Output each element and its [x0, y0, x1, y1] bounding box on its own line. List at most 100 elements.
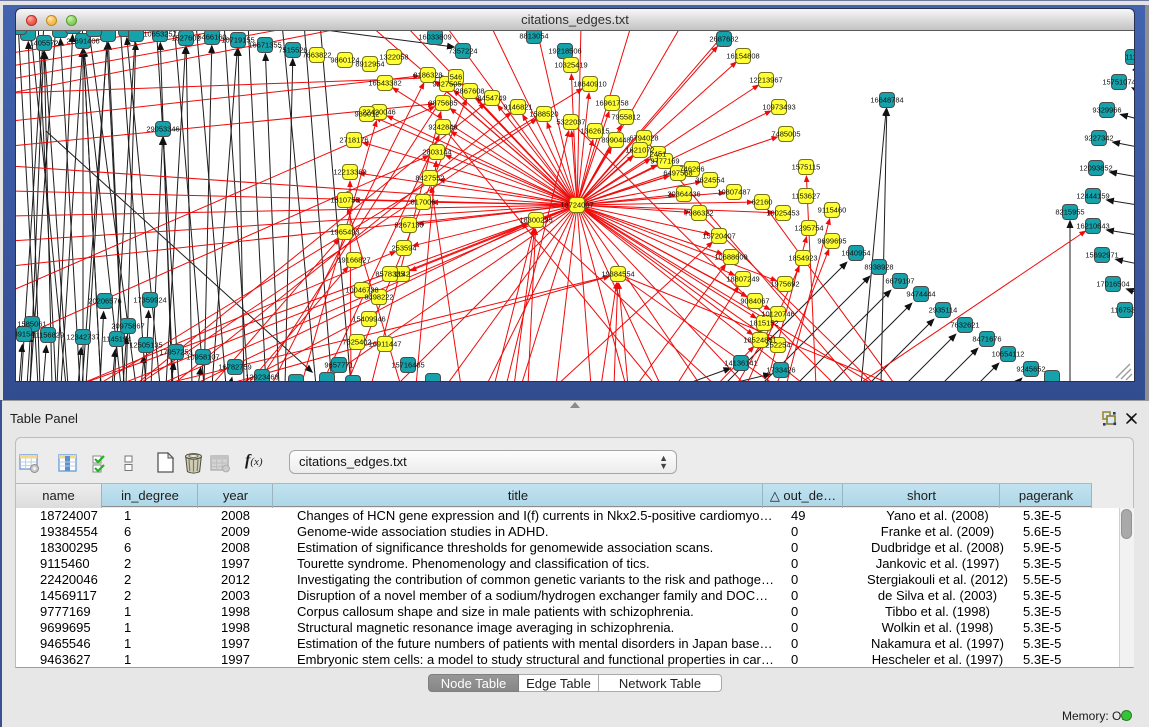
svg-text:1322058: 1322058: [379, 53, 408, 62]
svg-text:2718176: 2718176: [339, 136, 368, 145]
svg-text:8215955: 8215955: [1055, 208, 1084, 217]
svg-text:1153627: 1153627: [792, 192, 821, 201]
svg-text:1640954: 1640954: [841, 249, 870, 258]
svg-text:8427552: 8427552: [415, 174, 444, 183]
svg-text:10688609: 10688609: [714, 253, 747, 262]
svg-text:11156829: 11156829: [32, 331, 64, 340]
svg-text:19384554: 19384554: [601, 270, 634, 279]
svg-text:16782759: 16782759: [218, 363, 251, 372]
svg-text:29053346: 29053346: [146, 125, 179, 134]
svg-text:9329966: 9329966: [1092, 106, 1121, 115]
svg-text:15751074: 15751074: [1102, 78, 1134, 87]
svg-text:8498222: 8498222: [364, 293, 393, 302]
svg-text:7485005: 7485005: [771, 130, 800, 139]
svg-text:8186328: 8186328: [413, 71, 442, 80]
svg-text:1854923: 1854923: [788, 254, 817, 263]
svg-text:19218506: 19218506: [548, 47, 581, 56]
svg-text:253594: 253594: [391, 244, 416, 253]
svg-text:15409946: 15409946: [352, 315, 385, 324]
svg-text:12444159: 12444159: [1076, 192, 1109, 201]
svg-text:20364436: 20364436: [667, 190, 700, 199]
svg-text:1975692: 1975692: [770, 280, 799, 289]
svg-text:2687682: 2687682: [709, 35, 738, 44]
svg-text:1405572: 1405572: [29, 39, 58, 48]
svg-text:10958107: 10958107: [186, 353, 219, 362]
svg-text:12213369: 12213369: [333, 168, 366, 177]
svg-text:16543382: 16543382: [368, 79, 401, 88]
svg-text:5322037: 5322037: [556, 118, 585, 127]
svg-text:20975867: 20975867: [111, 322, 144, 331]
svg-text:1112: 1112: [1125, 53, 1134, 62]
svg-text:9657771: 9657771: [324, 361, 353, 370]
svg-text:18300295: 18300295: [519, 216, 552, 225]
svg-text:8813054: 8813054: [519, 32, 548, 41]
svg-text:10025453: 10025453: [766, 209, 799, 218]
svg-text:1733426: 1733426: [766, 366, 795, 375]
svg-text:1167533: 1167533: [1111, 306, 1134, 315]
svg-text:9227342: 9227342: [1084, 134, 1113, 143]
svg-text:7663822: 7663822: [302, 51, 331, 60]
svg-text:9474444: 9474444: [906, 290, 935, 299]
svg-text:16961758: 16961758: [595, 99, 628, 108]
svg-text:8990448: 8990448: [601, 136, 630, 145]
svg-text:2803144: 2803144: [422, 148, 451, 157]
svg-text:8454749: 8454749: [477, 94, 506, 103]
svg-text:7625402: 7625402: [342, 338, 371, 347]
svg-text:2935114: 2935114: [929, 306, 958, 315]
svg-text:9084067: 9084067: [740, 297, 769, 306]
svg-text:6679197: 6679197: [885, 277, 914, 286]
svg-text:14136141: 14136141: [724, 359, 757, 368]
svg-text:9115460: 9115460: [818, 206, 847, 215]
svg-text:12213967: 12213967: [749, 76, 782, 85]
svg-text:15716485: 15716485: [391, 361, 424, 370]
svg-text:9146821: 9146821: [503, 103, 532, 112]
svg-text:20206576: 20206576: [88, 297, 121, 306]
svg-text:8938928: 8938928: [864, 263, 893, 272]
svg-text:12093852: 12093852: [1079, 164, 1112, 173]
svg-text:16671355: 16671355: [248, 41, 281, 50]
svg-text:12505135: 12505135: [129, 341, 162, 350]
svg-text:10807487: 10807487: [717, 188, 750, 197]
svg-text:6794028: 6794028: [629, 134, 658, 143]
svg-text:9242848: 9242848: [428, 123, 457, 132]
svg-text:1527602: 1527602: [171, 34, 200, 43]
svg-text:16210643: 16210643: [1076, 222, 1109, 231]
svg-text:12923468: 12923468: [245, 373, 278, 382]
svg-text:1575115: 1575115: [792, 163, 821, 172]
svg-text:989012: 989012: [354, 110, 379, 119]
svg-text:1295754: 1295754: [794, 224, 823, 233]
svg-text:1585061: 1585061: [17, 320, 46, 329]
svg-text:10654112: 10654112: [992, 350, 1025, 359]
svg-text:8267130: 8267130: [394, 221, 423, 230]
svg-text:3875685: 3875685: [428, 99, 457, 108]
svg-text:16648784: 16648784: [870, 96, 903, 105]
svg-text:1815152: 1815152: [749, 319, 778, 328]
svg-text:7357224: 7357224: [448, 47, 477, 56]
svg-text:10120746: 10120746: [761, 310, 794, 319]
svg-text:16911447: 16911447: [369, 340, 402, 349]
svg-text:19166827: 19166827: [337, 256, 370, 265]
svg-text:18724007: 18724007: [560, 201, 593, 210]
svg-text:817006: 817006: [410, 198, 435, 207]
svg-text:1362615: 1362615: [580, 127, 609, 136]
svg-text:15692971: 15692971: [1085, 251, 1118, 260]
svg-text:1810755: 1810755: [330, 196, 359, 205]
svg-text:7632621: 7632621: [950, 321, 979, 330]
svg-text:62160: 62160: [752, 198, 773, 207]
svg-text:252254: 252254: [765, 341, 790, 350]
svg-text:1145194: 1145194: [103, 335, 132, 344]
svg-text:3624554: 3624554: [695, 176, 724, 185]
svg-text:746266: 746266: [679, 165, 704, 174]
svg-text:10325419: 10325419: [554, 61, 587, 70]
svg-text:16033809: 16033809: [418, 33, 451, 42]
svg-text:1588520: 1588520: [529, 110, 558, 119]
svg-text:9245652: 9245652: [1016, 365, 1045, 374]
svg-text:22691406: 22691406: [66, 37, 99, 46]
svg-text:9699695: 9699695: [817, 237, 846, 246]
svg-text:10973493: 10973493: [762, 103, 795, 112]
svg-text:12342737: 12342737: [66, 333, 99, 342]
svg-text:7986322: 7986322: [684, 209, 713, 218]
svg-text:1965493: 1965493: [330, 228, 359, 237]
svg-text:9777169: 9777169: [650, 157, 679, 166]
svg-text:8578335: 8578335: [375, 270, 404, 279]
